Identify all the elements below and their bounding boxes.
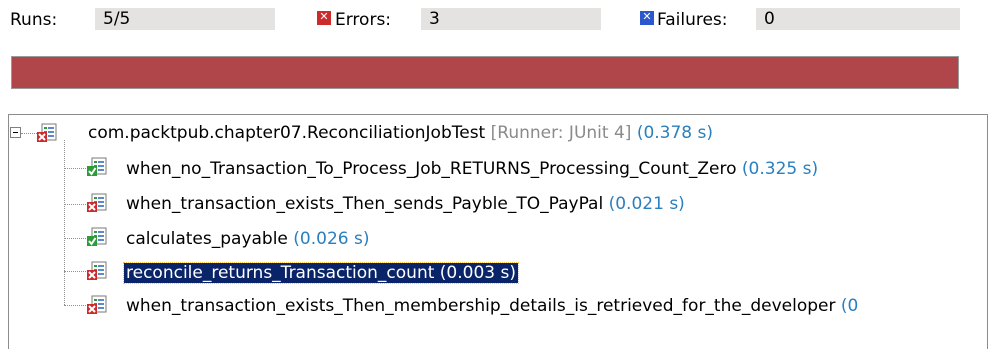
test-time: (0.021 s)	[608, 194, 685, 214]
test-error-icon	[87, 295, 107, 314]
test-error-icon	[87, 261, 107, 280]
errors-label: Errors:	[335, 10, 392, 30]
test-time: (0.026 s)	[293, 229, 370, 249]
test-pass-icon	[87, 227, 107, 246]
collapse-toggle-icon[interactable]	[10, 127, 21, 138]
test-row[interactable]: calculates_payable (0.026 s)	[126, 225, 370, 253]
test-row[interactable]: when_no_Transaction_To_Process_Job_RETUR…	[126, 155, 818, 183]
failure-icon: ✕	[640, 11, 654, 25]
suite-name: com.packtpub.chapter07.ReconciliationJob…	[88, 123, 486, 143]
failures-label: Failures:	[657, 10, 728, 30]
suite-runner: [Runner: JUnit 4]	[490, 123, 632, 143]
errors-value: 3	[421, 8, 601, 30]
test-name: when_no_Transaction_To_Process_Job_RETUR…	[126, 159, 737, 179]
test-progress-bar	[11, 56, 959, 89]
runs-label: Runs:	[10, 10, 58, 30]
test-row[interactable]: when_transaction_exists_Then_membership_…	[126, 292, 985, 320]
test-suite-error-icon	[37, 123, 57, 142]
test-name: when_transaction_exists_Then_membership_…	[126, 296, 836, 316]
test-name: reconcile_returns_Transaction_count (0.0…	[123, 262, 519, 284]
suite-row[interactable]: com.packtpub.chapter07.ReconciliationJob…	[88, 119, 713, 147]
test-name: when_transaction_exists_Then_sends_Paybl…	[126, 194, 604, 214]
runs-value: 5/5	[95, 8, 275, 30]
test-error-icon	[87, 193, 107, 212]
suite-time: (0.378 s)	[636, 123, 714, 143]
test-pass-icon	[87, 157, 107, 176]
tree-connector	[64, 140, 65, 305]
test-row-selected[interactable]: reconcile_returns_Transaction_count (0.0…	[123, 259, 519, 287]
test-row[interactable]: when_transaction_exists_Then_sends_Paybl…	[126, 190, 685, 218]
test-time: (0	[840, 296, 859, 316]
failures-value: 0	[756, 8, 960, 30]
test-name: calculates_payable	[126, 229, 288, 249]
tree-panel-border	[987, 114, 988, 349]
error-icon: ✕	[317, 11, 331, 25]
test-counters-bar: Runs: 5/5 ✕ Errors: 3 ✕ Failures: 0	[0, 0, 995, 40]
test-time: (0.325 s)	[741, 159, 819, 179]
